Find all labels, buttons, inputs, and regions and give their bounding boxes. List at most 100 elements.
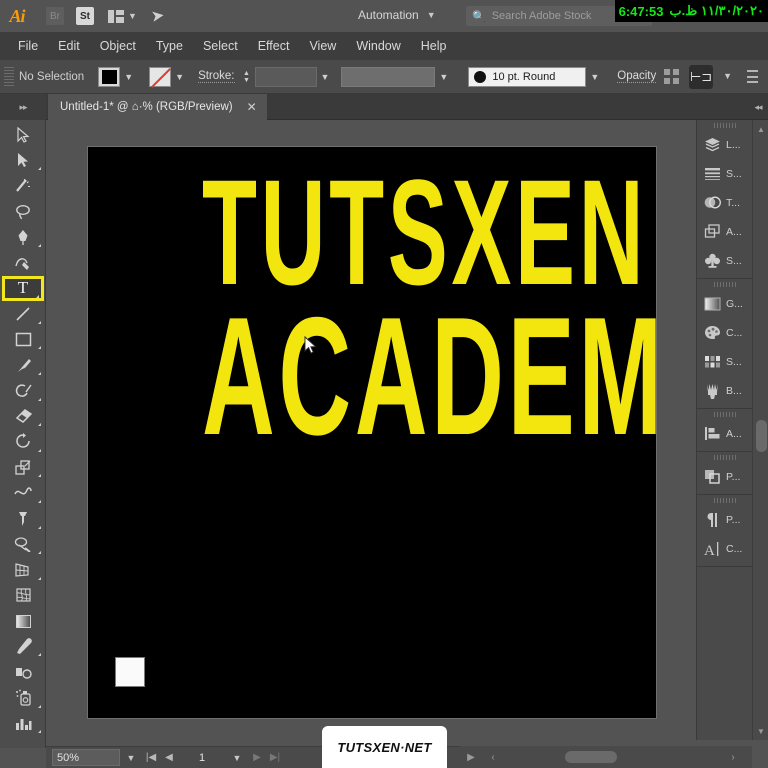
eraser-tool[interactable] [0, 404, 46, 430]
width-tool[interactable] [0, 480, 46, 506]
menu-object[interactable]: Object [90, 35, 146, 57]
menu-file[interactable]: File [8, 35, 48, 57]
control-bar-grip[interactable] [4, 66, 14, 87]
panel-pathfinder[interactable]: P... [697, 462, 752, 491]
variable-width-profile-input[interactable] [341, 66, 436, 87]
stroke-weight-stepper[interactable]: ▲ ▼ [241, 67, 253, 87]
panel-color[interactable]: C... [697, 318, 752, 347]
document-tab[interactable]: Untitled-1* @ ⌂·% (RGB/Preview) ✕ [48, 94, 267, 120]
first-artboard-button[interactable]: |◀ [142, 752, 160, 763]
fill-color-swatch[interactable] [98, 66, 121, 87]
direct-selection-tool[interactable] [0, 148, 46, 174]
menu-select[interactable]: Select [193, 35, 248, 57]
white-rectangle-object[interactable] [115, 657, 145, 687]
arrange-documents-button[interactable]: ▼ [108, 9, 137, 23]
dock-group-grip[interactable] [697, 495, 752, 505]
magic-wand-tool[interactable] [0, 173, 46, 199]
canvas-vertical-scrollbar[interactable]: ▲ ▼ [752, 120, 768, 740]
scroll-down-icon[interactable]: ▼ [753, 724, 768, 738]
zoom-level-input[interactable]: 50% [52, 749, 120, 766]
type-tool[interactable]: T [2, 275, 44, 302]
gradient-tool[interactable] [0, 608, 46, 634]
more-options-icon[interactable] [742, 70, 758, 83]
menu-edit[interactable]: Edit [48, 35, 90, 57]
align-icon[interactable] [664, 69, 680, 84]
dock-group-grip[interactable] [697, 452, 752, 462]
canvas-area[interactable]: TUTSXEN ACADEMY [46, 120, 696, 740]
pen-tool[interactable] [0, 224, 46, 250]
perspective-grid-tool[interactable] [0, 557, 46, 583]
chevron-down-icon[interactable]: ▼ [321, 72, 330, 82]
artwork-text-line-1[interactable]: TUTSXEN [202, 157, 644, 307]
menu-view[interactable]: View [299, 35, 346, 57]
mesh-tool[interactable] [0, 583, 46, 609]
artboard[interactable]: TUTSXEN ACADEMY [87, 146, 657, 719]
stock-icon[interactable]: St [76, 7, 94, 25]
free-transform-tool[interactable] [0, 506, 46, 532]
blend-tool[interactable] [0, 659, 46, 685]
scroll-right-icon[interactable]: › [722, 752, 744, 763]
panel-stroke[interactable]: S... [697, 159, 752, 188]
panel-artboards[interactable]: A... [697, 217, 752, 246]
discover-icon[interactable]: ➤ [150, 5, 166, 27]
brush-definition-select[interactable]: 10 pt. Round [468, 66, 587, 87]
dock-group-grip[interactable] [697, 409, 752, 419]
rectangle-tool[interactable] [0, 327, 46, 353]
line-segment-tool[interactable] [0, 301, 46, 327]
paintbrush-tool[interactable] [0, 352, 46, 378]
panel-paragraph[interactable]: P... [697, 505, 752, 534]
artwork-text-line-2[interactable]: ACADEMY [202, 292, 656, 460]
column-graph-tool[interactable] [0, 711, 46, 737]
stroke-weight-label[interactable]: Stroke: [198, 70, 235, 83]
panel-brushes[interactable]: B... [697, 376, 752, 405]
next-artboard-button[interactable]: ▶ [248, 752, 266, 763]
menu-type[interactable]: Type [146, 35, 193, 57]
selection-tool[interactable] [0, 122, 46, 148]
chevron-down-icon[interactable]: ▼ [723, 72, 732, 81]
chevron-down-icon[interactable]: ▼ [590, 72, 599, 82]
curvature-tool[interactable] [0, 250, 46, 276]
lasso-tool[interactable] [0, 199, 46, 225]
symbol-sprayer-tool[interactable] [0, 685, 46, 711]
bridge-icon[interactable]: Br [46, 7, 64, 25]
canvas-horizontal-scrollbar[interactable]: ▶ ‹ › [460, 746, 752, 768]
stroke-weight-input[interactable] [254, 66, 317, 87]
panel-align[interactable]: A... [697, 419, 752, 448]
panel-transparency[interactable]: T... [697, 188, 752, 217]
artboard-dropdown-chevron-icon[interactable]: ▼ [226, 753, 248, 763]
eyedropper-tool[interactable] [0, 634, 46, 660]
automation-dropdown[interactable]: Automation ▼ [358, 8, 436, 22]
horizontal-scroll-thumb[interactable] [565, 751, 617, 763]
panel-symbols[interactable]: S... [697, 246, 752, 275]
panel-layers[interactable]: L... [697, 130, 752, 159]
menu-help[interactable]: Help [411, 35, 457, 57]
panel-character[interactable]: A C... [697, 534, 752, 563]
close-icon[interactable]: ✕ [247, 100, 257, 114]
chevron-down-icon[interactable]: ▼ [124, 72, 133, 82]
scale-tool[interactable] [0, 455, 46, 481]
zoom-dropdown-chevron-icon[interactable]: ▼ [120, 753, 142, 763]
panel-gradient[interactable]: G... [697, 289, 752, 318]
scroll-up-icon[interactable]: ▲ [753, 122, 768, 136]
artboard-number-input[interactable]: 1 [178, 749, 226, 766]
left-dock-collapse-button[interactable]: ▸▸ [0, 94, 46, 120]
scroll-left-icon[interactable]: ‹ [482, 752, 504, 763]
opacity-label[interactable]: Opacity [617, 70, 657, 83]
last-artboard-button[interactable]: ▶| [266, 752, 284, 763]
stroke-color-swatch[interactable] [149, 66, 172, 87]
previous-artboard-button[interactable]: ◀ [160, 752, 178, 763]
vertical-scroll-thumb[interactable] [756, 420, 767, 452]
shape-builder-tool[interactable] [0, 532, 46, 558]
chevron-down-icon[interactable]: ▼ [439, 72, 448, 82]
menu-effect[interactable]: Effect [248, 35, 300, 57]
menu-window[interactable]: Window [346, 35, 410, 57]
chevron-down-icon[interactable]: ▼ [175, 72, 184, 82]
shaper-tool[interactable] [0, 378, 46, 404]
document-setup-icon[interactable]: ⊢⊐ [689, 64, 714, 89]
dock-group-grip[interactable] [697, 279, 752, 289]
rotate-tool[interactable] [0, 429, 46, 455]
right-dock-collapse-button[interactable]: ◂◂ [748, 94, 768, 120]
panel-swatches[interactable]: S... [697, 347, 752, 376]
dock-group-grip[interactable] [697, 120, 752, 130]
scroll-play-icon[interactable]: ▶ [460, 752, 482, 763]
